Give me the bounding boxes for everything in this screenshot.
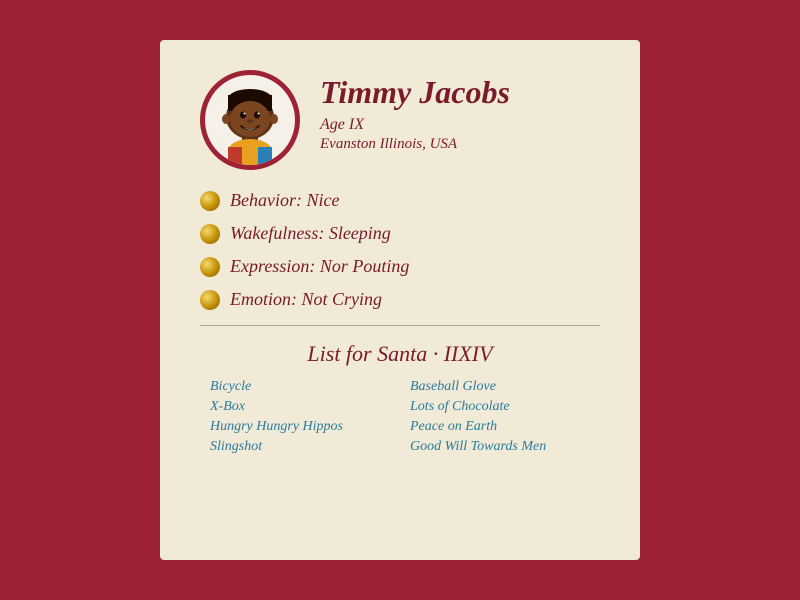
character-location: Evanston Illinois, USA xyxy=(320,136,510,153)
stat-row-emotion: Emotion: Not Crying xyxy=(200,289,600,310)
list-item: X-Box xyxy=(210,399,390,415)
list-item: Good Will Towards Men xyxy=(410,439,590,455)
list-item: Bicycle xyxy=(210,379,390,395)
list-item: Slingshot xyxy=(210,439,390,455)
list-item: Lots of Chocolate xyxy=(410,399,590,415)
list-item: Hungry Hungry Hippos xyxy=(210,419,390,435)
gold-ball-icon xyxy=(200,290,220,310)
gold-ball-icon xyxy=(200,224,220,244)
header-info: Timmy Jacobs Age IX Evanston Illinois, U… xyxy=(320,70,510,153)
character-age: Age IX xyxy=(320,116,510,134)
stats-section: Behavior: Nice Wakefulness: Sleeping Exp… xyxy=(200,190,600,310)
list-item: Baseball Glove xyxy=(410,379,590,395)
gold-ball-icon xyxy=(200,257,220,277)
avatar xyxy=(200,70,300,170)
stat-row-expression: Expression: Nor Pouting xyxy=(200,256,600,277)
card-header: Timmy Jacobs Age IX Evanston Illinois, U… xyxy=(200,70,600,170)
gold-ball-icon xyxy=(200,191,220,211)
wish-list-grid: Bicycle Baseball Glove X-Box Lots of Cho… xyxy=(200,379,600,455)
stat-behavior: Behavior: Nice xyxy=(230,190,339,211)
stat-emotion: Emotion: Not Crying xyxy=(230,289,382,310)
stat-wakefulness: Wakefulness: Sleeping xyxy=(230,223,391,244)
character-name: Timmy Jacobs xyxy=(320,75,510,110)
stat-row-wakefulness: Wakefulness: Sleeping xyxy=(200,223,600,244)
divider xyxy=(200,325,600,326)
stat-expression: Expression: Nor Pouting xyxy=(230,256,409,277)
santa-card: Timmy Jacobs Age IX Evanston Illinois, U… xyxy=(160,40,640,560)
list-header: List for Santa · IIXIV xyxy=(200,341,600,367)
list-item: Peace on Earth xyxy=(410,419,590,435)
stat-row-behavior: Behavior: Nice xyxy=(200,190,600,211)
